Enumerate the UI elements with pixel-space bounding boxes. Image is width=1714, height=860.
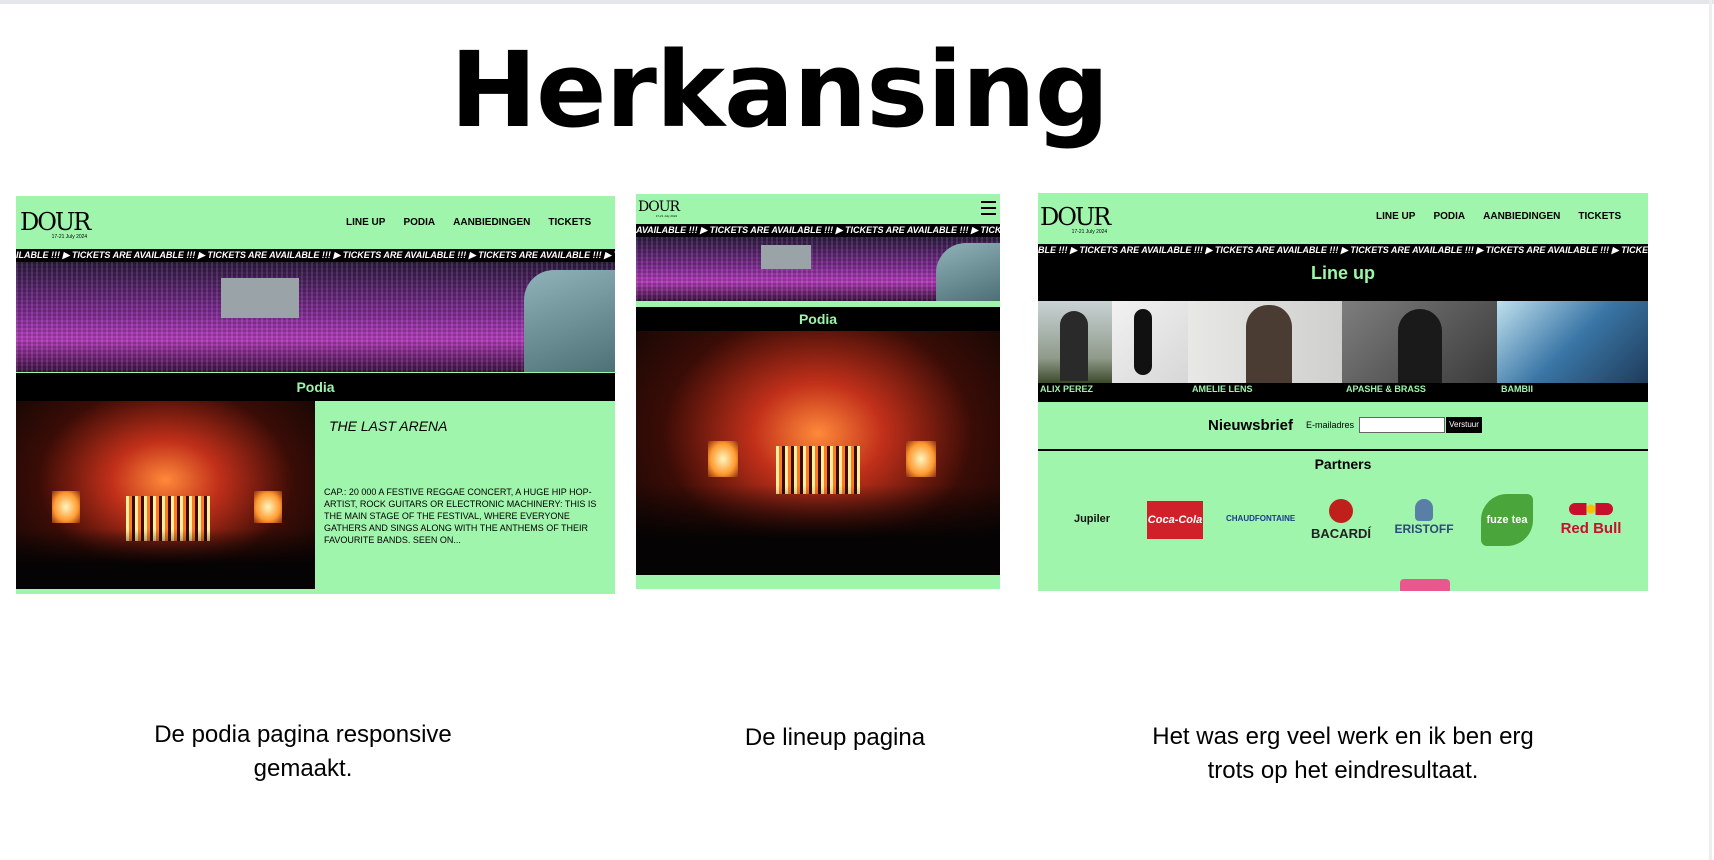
artist-name: APASHE & BRASS xyxy=(1346,384,1426,394)
logo-text: DOUR xyxy=(638,199,680,215)
pink-badge xyxy=(1400,579,1450,591)
artist-photo-2[interactable] xyxy=(1112,301,1188,383)
stage-screen-right xyxy=(906,441,936,477)
caption-result: Het was erg veel werk en ik ben erg trot… xyxy=(1152,723,1534,784)
stage-description: CAP.: 20 000 A FESTIVE REGGAE CONCERT, A… xyxy=(324,487,597,545)
artist-photo-alix-perez[interactable] xyxy=(1038,301,1112,383)
artist-name: BAMBII xyxy=(1501,384,1533,394)
ticket-ticker: AVAILABLE !!! ▶ TICKETS ARE AVAILABLE !!… xyxy=(636,224,1000,237)
stage-screen-right xyxy=(254,491,282,523)
site-logo[interactable]: DOUR 17-21 July 2024 xyxy=(1040,203,1111,235)
stage-image xyxy=(16,401,315,589)
stage-screen-left xyxy=(708,441,738,477)
partner-logo-eristoff[interactable]: ERISTOFF xyxy=(1392,522,1456,536)
podia-heading: Podia xyxy=(798,311,838,327)
stage-platform xyxy=(221,278,299,318)
crowd-hero-image xyxy=(636,237,1000,301)
partners-heading: Partners xyxy=(1314,456,1372,472)
site-logo-small[interactable]: DOUR 17-21 July 2024 xyxy=(638,199,680,218)
hamburger-icon[interactable] xyxy=(981,201,996,215)
section-divider xyxy=(1038,449,1648,451)
email-label: E-mailadres xyxy=(1306,420,1355,430)
audience-silhouette xyxy=(636,485,1000,575)
main-nav: LINE UP PODIA AANBIEDINGEN TICKETS xyxy=(346,217,591,228)
logo-text: DOUR xyxy=(20,208,91,236)
nav-tickets[interactable]: TICKETS xyxy=(548,217,591,228)
artist-name: ALIX PEREZ xyxy=(1040,384,1094,394)
submit-button[interactable]: Verstuur xyxy=(1446,417,1482,433)
artist-photo-bambii[interactable] xyxy=(1497,301,1648,383)
partner-logo-chaudfontaine[interactable]: CHAUDFONTAINE xyxy=(1226,514,1295,523)
nav-podia[interactable]: PODIA xyxy=(1433,211,1465,222)
caption-lineup: De lineup pagina xyxy=(744,724,926,751)
eristoff-wolf-icon xyxy=(1415,499,1433,521)
partner-logo-coca-cola[interactable]: Coca-Cola xyxy=(1147,501,1203,539)
podia-heading: Podia xyxy=(296,379,335,395)
caption-podia: De podia pagina responsive gemaakt. xyxy=(154,721,452,782)
audience-silhouette xyxy=(16,529,315,589)
nav-aanbiedingen[interactable]: AANBIEDINGEN xyxy=(453,217,530,228)
stage-image xyxy=(636,331,1000,575)
main-nav: LINE UP PODIA AANBIEDINGEN TICKETS xyxy=(1376,211,1621,222)
red-bull-icon xyxy=(1569,503,1613,515)
crowd-hero-image xyxy=(16,262,615,372)
bacardi-bat-icon xyxy=(1329,499,1353,523)
top-border xyxy=(0,0,1714,4)
stage-platform xyxy=(761,245,811,269)
right-border xyxy=(1709,0,1712,860)
site-logo[interactable]: DOUR 17-21 July 2024 xyxy=(20,208,91,240)
tent-structure xyxy=(524,270,615,372)
email-field[interactable] xyxy=(1359,417,1445,433)
partner-logo-red-bull[interactable]: Red Bull xyxy=(1556,520,1626,537)
partner-logo-jupiler[interactable]: Jupiler xyxy=(1062,513,1122,525)
nav-tickets[interactable]: TICKETS xyxy=(1578,211,1621,222)
podia-desktop-screenshot: DOUR 17-21 July 2024 LINE UP PODIA AANBI… xyxy=(16,196,615,594)
logo-text: DOUR xyxy=(1040,203,1111,231)
podia-heading-bar: Podia xyxy=(16,373,615,401)
artist-photo-amelie-lens[interactable] xyxy=(1188,301,1342,383)
lineup-heading-bar: Line up xyxy=(1038,257,1648,301)
podia-mobile-screenshot: DOUR 17-21 July 2024 AVAILABLE !!! ▶ TIC… xyxy=(636,194,1000,589)
slide-title: Herkansing xyxy=(450,29,1109,151)
podia-heading-bar: Podia xyxy=(636,307,1000,331)
stage-screen-left xyxy=(52,491,80,523)
ticket-ticker: ILABLE !!! ▶ TICKETS ARE AVAILABLE !!! ▶… xyxy=(16,249,615,262)
tent-structure xyxy=(936,243,1000,301)
stage-name: THE LAST ARENA xyxy=(329,418,448,434)
artist-photo-apashe-brass[interactable] xyxy=(1342,301,1497,383)
nav-podia[interactable]: PODIA xyxy=(403,217,435,228)
lineup-heading: Line up xyxy=(1311,263,1375,283)
nav-lineup[interactable]: LINE UP xyxy=(346,217,385,228)
nav-lineup[interactable]: LINE UP xyxy=(1376,211,1415,222)
partner-logo-bacardi[interactable]: BACARDÍ xyxy=(1306,526,1376,541)
newsletter-label: Nieuwsbrief xyxy=(1208,417,1294,434)
partner-logo-fuze-tea[interactable]: fuze tea xyxy=(1481,494,1533,546)
nav-aanbiedingen[interactable]: AANBIEDINGEN xyxy=(1483,211,1560,222)
artist-name: AMELIE LENS xyxy=(1192,384,1253,394)
ticket-ticker: BLE !!! ▶ TICKETS ARE AVAILABLE !!! ▶ TI… xyxy=(1038,244,1648,257)
